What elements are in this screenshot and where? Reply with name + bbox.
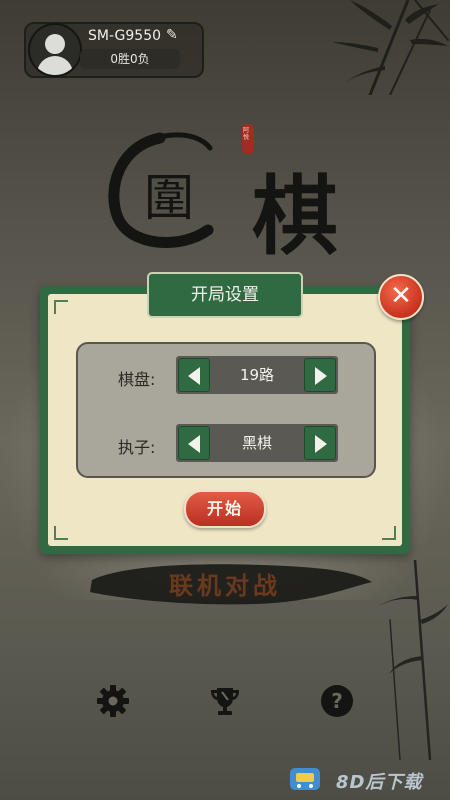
board-size-prev-button[interactable] <box>178 358 210 392</box>
stone-color-next-button[interactable] <box>304 426 336 460</box>
close-button[interactable]: ✕ <box>378 274 424 320</box>
corner-ornament <box>54 300 68 314</box>
arrow-right-icon <box>315 367 327 385</box>
trophy-icon[interactable] <box>208 684 242 718</box>
dialog-title: 开局设置 <box>147 272 303 318</box>
stone-color-selector: 黑棋 <box>176 424 338 462</box>
corner-ornament <box>54 526 68 540</box>
pencil-icon[interactable]: ✎ <box>166 27 178 43</box>
stone-color-label: 执子: <box>118 438 156 457</box>
arrow-left-icon <box>188 435 200 453</box>
board-size-value: 19路 <box>239 366 275 384</box>
logo-char-wei: 圍 <box>144 169 194 227</box>
settings-panel: 棋盘: 19路 执子: 黑棋 <box>76 342 376 478</box>
corner-ornament <box>382 526 396 540</box>
online-battle-button[interactable]: 联机对战 <box>100 566 350 601</box>
start-button[interactable]: 开始 <box>184 490 266 528</box>
user-avatar-icon[interactable] <box>28 23 82 77</box>
bamboo-top-right-decoration <box>332 0 449 95</box>
game-screen: { "profile": { "username": "SM-G9550", "… <box>0 0 450 800</box>
game-logo: 圍 棋 阿悦 <box>100 118 350 267</box>
svg-text:?: ? <box>331 689 343 713</box>
watermark-text: 8D后下载 <box>336 772 423 793</box>
arrow-right-icon <box>315 435 327 453</box>
logo-char-qi: 棋 <box>252 166 338 267</box>
arrow-left-icon <box>188 367 200 385</box>
username-label: SM-G9550 <box>88 28 162 44</box>
board-size-selector: 19路 <box>176 356 338 394</box>
close-icon: ✕ <box>390 281 412 311</box>
stone-color-prev-button[interactable] <box>178 426 210 460</box>
stone-color-value: 黑棋 <box>241 434 272 452</box>
logo-seal: 阿悦 <box>243 127 250 141</box>
board-size-next-button[interactable] <box>304 358 336 392</box>
gear-icon[interactable] <box>96 684 130 718</box>
question-icon[interactable]: ? <box>320 684 354 718</box>
board-size-label: 棋盘: <box>118 370 156 389</box>
win-loss-record: 0胜0负 <box>80 49 180 69</box>
